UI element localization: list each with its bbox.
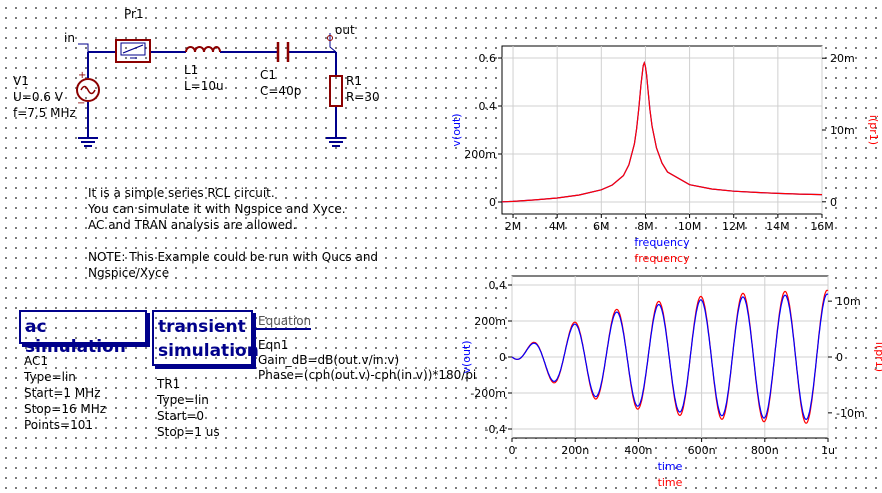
x-tick-label: 16M bbox=[810, 220, 834, 233]
x-tick-label: 10M bbox=[678, 220, 702, 233]
y-tick-label-right: 0 bbox=[830, 196, 837, 209]
x-tick-label: 8M bbox=[637, 220, 654, 233]
x-tick-label: 14M bbox=[766, 220, 790, 233]
x-tick-label: 6M bbox=[593, 220, 610, 233]
y-axis-label-left: v(out) bbox=[450, 113, 463, 146]
y-tick-label-left: 0.4 bbox=[479, 100, 497, 113]
ac-diagram[interactable]: 2M 4M 6M 8M 10M 12M 14M 16M 0 200m 0.4 0.6 0 10m 20m fr… bbox=[0, 0, 882, 493]
plot-area bbox=[501, 45, 823, 215]
y-tick-label-right: 20m bbox=[830, 52, 855, 65]
y-tick-label-left: 200m bbox=[464, 148, 496, 161]
y-tick-label-right: 10m bbox=[830, 124, 855, 137]
x-axis-label: frequency bbox=[634, 236, 690, 249]
y-tick-label-left: 0 bbox=[489, 196, 496, 209]
x-axis-label: frequency bbox=[634, 252, 690, 265]
x-tick-label: 12M bbox=[722, 220, 746, 233]
x-tick-label: 2M bbox=[505, 220, 522, 233]
ac-chart-svg: 2M 4M 6M 8M 10M 12M 14M 16M 0 200m 0.4 0.6 0 10m 20m fr… bbox=[450, 45, 880, 265]
x-tick-label: 4M bbox=[549, 220, 566, 233]
y-axis-label-right: i(pr1) bbox=[867, 115, 880, 145]
y-tick-label-left: 0.6 bbox=[479, 52, 497, 65]
